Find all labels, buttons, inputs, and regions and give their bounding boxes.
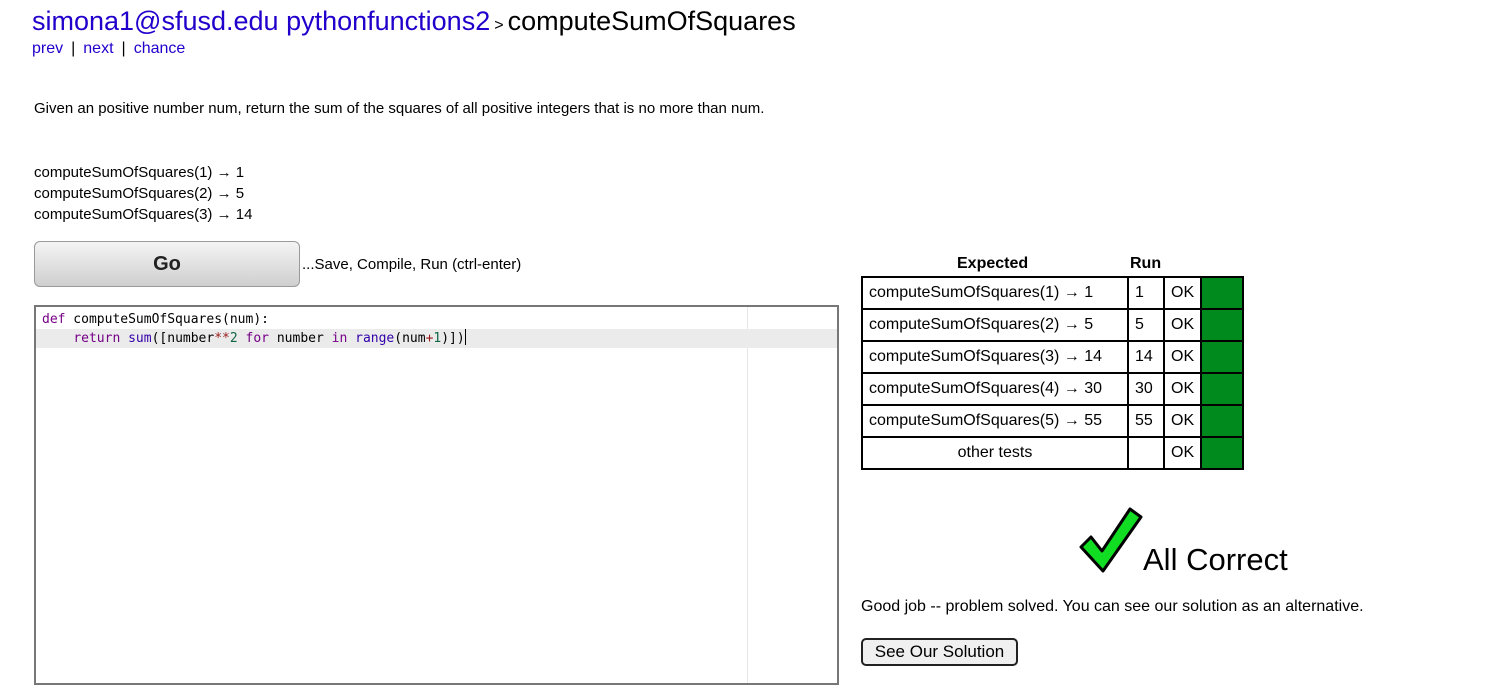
results-panel: Expected Run computeSumOfSquares(1) → 1 … [861,254,1245,470]
code-line-active[interactable]: return sum([number**2 for number in rang… [36,329,837,348]
problem-nav: prev | next | chance [32,40,185,58]
example-line: computeSumOfSquares(3) → 14 [34,206,253,223]
status-indicator [1200,372,1245,406]
result-cell: OK [1162,276,1203,310]
code-token: def [42,312,66,327]
success-message: Good job -- problem solved. You can see … [861,598,1364,615]
breadcrumb-separator: > [494,17,504,34]
run-header: Run [1130,255,1162,272]
table-row: computeSumOfSquares(5) → 55 55 OK [861,404,1245,438]
run-cell: 1 [1127,276,1165,310]
expected-cell: other tests [861,436,1129,470]
example-line: computeSumOfSquares(2) → 5 [34,185,245,202]
next-link[interactable]: next [83,40,113,57]
expected-header: Expected [957,255,1029,272]
code-token: )]) [441,331,465,346]
code-token: return [73,331,121,346]
code-token: ([number [151,331,215,346]
see-solution-button[interactable]: See Our Solution [861,638,1018,666]
expected-cell: computeSumOfSquares(5) → 55 [861,404,1129,438]
result-cell: OK [1162,340,1203,374]
editor-print-margin [747,307,748,683]
run-cell: 5 [1127,308,1165,342]
expected-cell: computeSumOfSquares(3) → 14 [861,340,1129,374]
expected-cell: computeSumOfSquares(1) → 1 [861,276,1129,310]
code-token: ** [214,331,230,346]
expected-cell: computeSumOfSquares(4) → 30 [861,372,1129,406]
table-row: computeSumOfSquares(2) → 5 5 OK [861,308,1245,342]
problem-title: computeSumOfSquares [507,6,796,36]
status-indicator [1200,340,1245,374]
run-cell: 30 [1127,372,1165,406]
expected-cell: computeSumOfSquares(2) → 5 [861,308,1129,342]
result-cell: OK [1162,308,1203,342]
status-indicator [1200,436,1245,470]
table-row: computeSumOfSquares(3) → 14 14 OK [861,340,1245,374]
examples: computeSumOfSquares(1) → 1 computeSumOfS… [34,162,252,225]
code-line[interactable]: def computeSumOfSquares(num): [36,310,837,329]
go-button[interactable]: Go [34,241,300,287]
results-table: computeSumOfSquares(1) → 1 1 OK computeS… [861,276,1245,470]
problem-description: Given an positive number num, return the… [34,100,765,117]
section-link[interactable]: pythonfunctions2 [286,6,490,36]
code-token: (num [394,331,426,346]
code-token: computeSumOfSquares(num): [65,312,269,327]
code-token: range [355,331,395,346]
table-row: other tests OK [861,436,1245,470]
text-cursor [464,329,466,345]
prev-link[interactable]: prev [32,40,63,57]
code-token: 2 [229,331,238,346]
nav-divider: | [121,40,126,57]
code-token: sum [128,331,152,346]
table-row: computeSumOfSquares(4) → 30 30 OK [861,372,1245,406]
code-token: number [269,331,332,346]
code-token: for [245,331,270,346]
table-row: computeSumOfSquares(1) → 1 1 OK [861,276,1245,310]
result-cell: OK [1162,436,1203,470]
nav-divider: | [71,40,76,57]
run-cell: 14 [1127,340,1165,374]
run-cell [1127,436,1165,470]
go-hint: ...Save, Compile, Run (ctrl-enter) [302,256,522,273]
status-indicator [1200,308,1245,342]
result-cell: OK [1162,372,1203,406]
user-link[interactable]: simona1@sfusd.edu [32,6,279,36]
code-editor[interactable]: def computeSumOfSquares(num): return sum… [34,305,839,685]
result-cell: OK [1162,404,1203,438]
results-header: Expected Run [861,254,1244,276]
run-cell: 55 [1127,404,1165,438]
green-checkmark-icon [1079,507,1143,573]
page-header: simona1@sfusd.edu pythonfunctions2 > compu… [32,6,796,37]
example-line: computeSumOfSquares(1) → 1 [34,164,245,181]
chance-link[interactable]: chance [134,40,186,57]
all-correct-label: All Correct [1143,542,1288,577]
status-indicator [1200,276,1245,310]
status-indicator [1200,404,1245,438]
code-token: in [331,331,348,346]
